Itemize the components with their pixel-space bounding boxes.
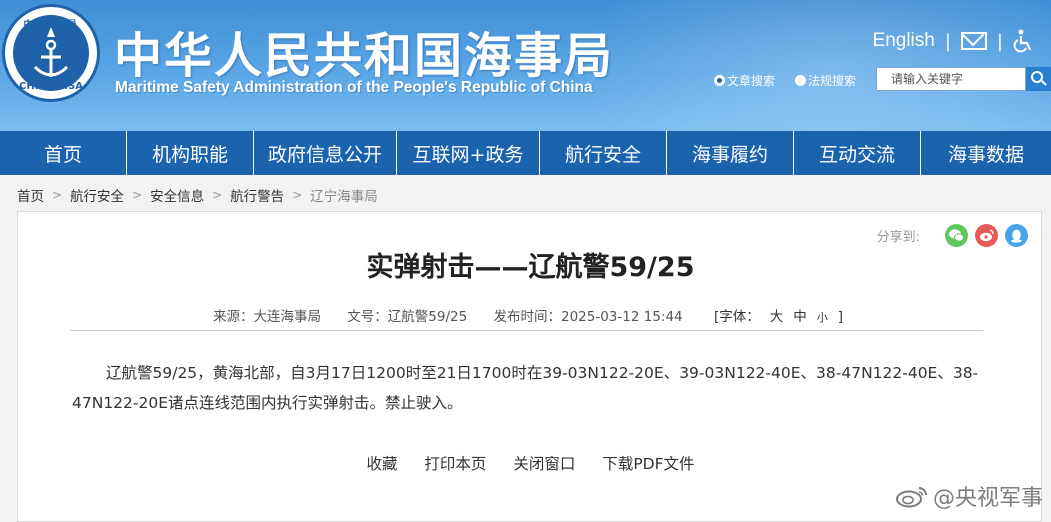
article-meta: 来源：大连海事局 文号：辽航警59/25 发布时间：2025-03-12 15:… (18, 305, 1043, 325)
font-size-label: [字体： (713, 309, 760, 325)
main-nav: 首页 机构职能 政府信息公开 互联网+政务 航行安全 海事履约 互动交流 海事数… (0, 131, 1051, 175)
nav-item-interaction[interactable]: 互动交流 (794, 131, 921, 175)
breadcrumb-nav-warning[interactable]: 航行警告 (230, 185, 284, 205)
search-area: 文章搜索 法规搜索 (714, 67, 1051, 91)
breadcrumb-separator: > (132, 188, 143, 202)
breadcrumb: 首页 > 航行安全 > 安全信息 > 航行警告 > 辽宁海事局 (17, 185, 378, 205)
radio-article-search[interactable]: 文章搜索 (714, 72, 775, 89)
logo-text-bottom: CHINA MSA (19, 81, 83, 92)
site-title-cn[interactable]: 中华人民共和国海事局 (114, 16, 614, 86)
weibo-icon[interactable] (975, 224, 998, 247)
article-body: 辽航警59/25，黄海北部，自3月17日1200时至21日1700时在39-03… (72, 364, 979, 412)
msa-logo[interactable]: 中国海事局 CHINA MSA (2, 4, 100, 102)
weibo-watermark-icon (895, 484, 929, 508)
close-window-button[interactable]: 关闭窗口 (513, 455, 575, 473)
qq-icon[interactable] (1005, 224, 1028, 247)
radio-label-article: 文章搜索 (727, 74, 776, 88)
nav-item-home[interactable]: 首页 (0, 131, 127, 175)
separator: | (944, 30, 951, 52)
article-title: 实弹射击——辽航警59/25 (366, 252, 695, 283)
radio-label-law: 法规搜索 (808, 74, 857, 88)
separator: | (996, 30, 1003, 52)
share-label: 分享到: (876, 230, 920, 245)
search-icon-handle (1041, 80, 1047, 86)
breadcrumb-home[interactable]: 首页 (17, 185, 44, 205)
font-size-options: [字体： 大中小] (709, 309, 848, 325)
download-pdf-button[interactable]: 下载PDF文件 (602, 455, 694, 473)
font-size-large[interactable]: 大 (770, 309, 784, 325)
search-input[interactable] (876, 67, 1026, 91)
radio-dot-selected[interactable] (714, 75, 725, 86)
logo-text-top: 中国海事局 (23, 20, 79, 30)
print-button[interactable]: 打印本页 (424, 455, 486, 473)
accessibility-icon[interactable] (1013, 29, 1033, 53)
font-size-close: ] (837, 309, 843, 325)
article-panel: 分享到: 实弹射击——辽航警59/25 来源：大连海事局 文号：辽航警59/25… (17, 211, 1042, 522)
nav-item-compliance[interactable]: 海事履约 (667, 131, 794, 175)
nav-item-gov-info[interactable]: 政府信息公开 (254, 131, 397, 175)
favorite-button[interactable]: 收藏 (366, 455, 397, 473)
site-header: 中国海事局 CHINA MSA 中华人民共和国海事局 Maritime Safe… (0, 0, 1051, 131)
breadcrumb-separator: > (212, 188, 223, 202)
breadcrumb-navigation-safety[interactable]: 航行安全 (70, 185, 124, 205)
share-bar: 分享到: (877, 224, 1028, 247)
nav-item-functions[interactable]: 机构职能 (127, 131, 254, 175)
watermark: @央视军事 (895, 480, 1043, 512)
nav-item-data[interactable]: 海事数据 (921, 131, 1051, 175)
breadcrumb-separator: > (292, 188, 303, 202)
meta-source: 来源：大连海事局 (212, 309, 321, 325)
font-size-small[interactable]: 小 (817, 311, 828, 324)
mail-icon[interactable] (960, 32, 987, 50)
breadcrumb-safety-info[interactable]: 安全信息 (150, 185, 204, 205)
english-link[interactable]: English (873, 30, 935, 52)
wechat-icon[interactable] (945, 224, 968, 247)
breadcrumb-current: 辽宁海事局 (310, 189, 378, 205)
search-button[interactable] (1026, 67, 1051, 91)
nav-item-internet-gov[interactable]: 互联网+政务 (397, 131, 540, 175)
radio-dot[interactable] (795, 75, 806, 86)
site-title-en: Maritime Safety Administration of the Pe… (115, 79, 593, 96)
font-size-medium[interactable]: 中 (793, 309, 807, 325)
top-links: English | | (873, 28, 1033, 54)
article-actions: 收藏 打印本页 关闭窗口 下载PDF文件 (18, 452, 1043, 474)
nav-item-navigation-safety[interactable]: 航行安全 (540, 131, 667, 175)
watermark-text: @央视军事 (932, 486, 1043, 511)
radio-law-search[interactable]: 法规搜索 (795, 72, 856, 89)
meta-published-time: 发布时间：2025-03-12 15:44 (493, 309, 683, 325)
breadcrumb-separator: > (52, 188, 63, 202)
meta-divider (70, 330, 983, 331)
meta-doc-number: 文号：辽航警59/25 (347, 309, 468, 325)
